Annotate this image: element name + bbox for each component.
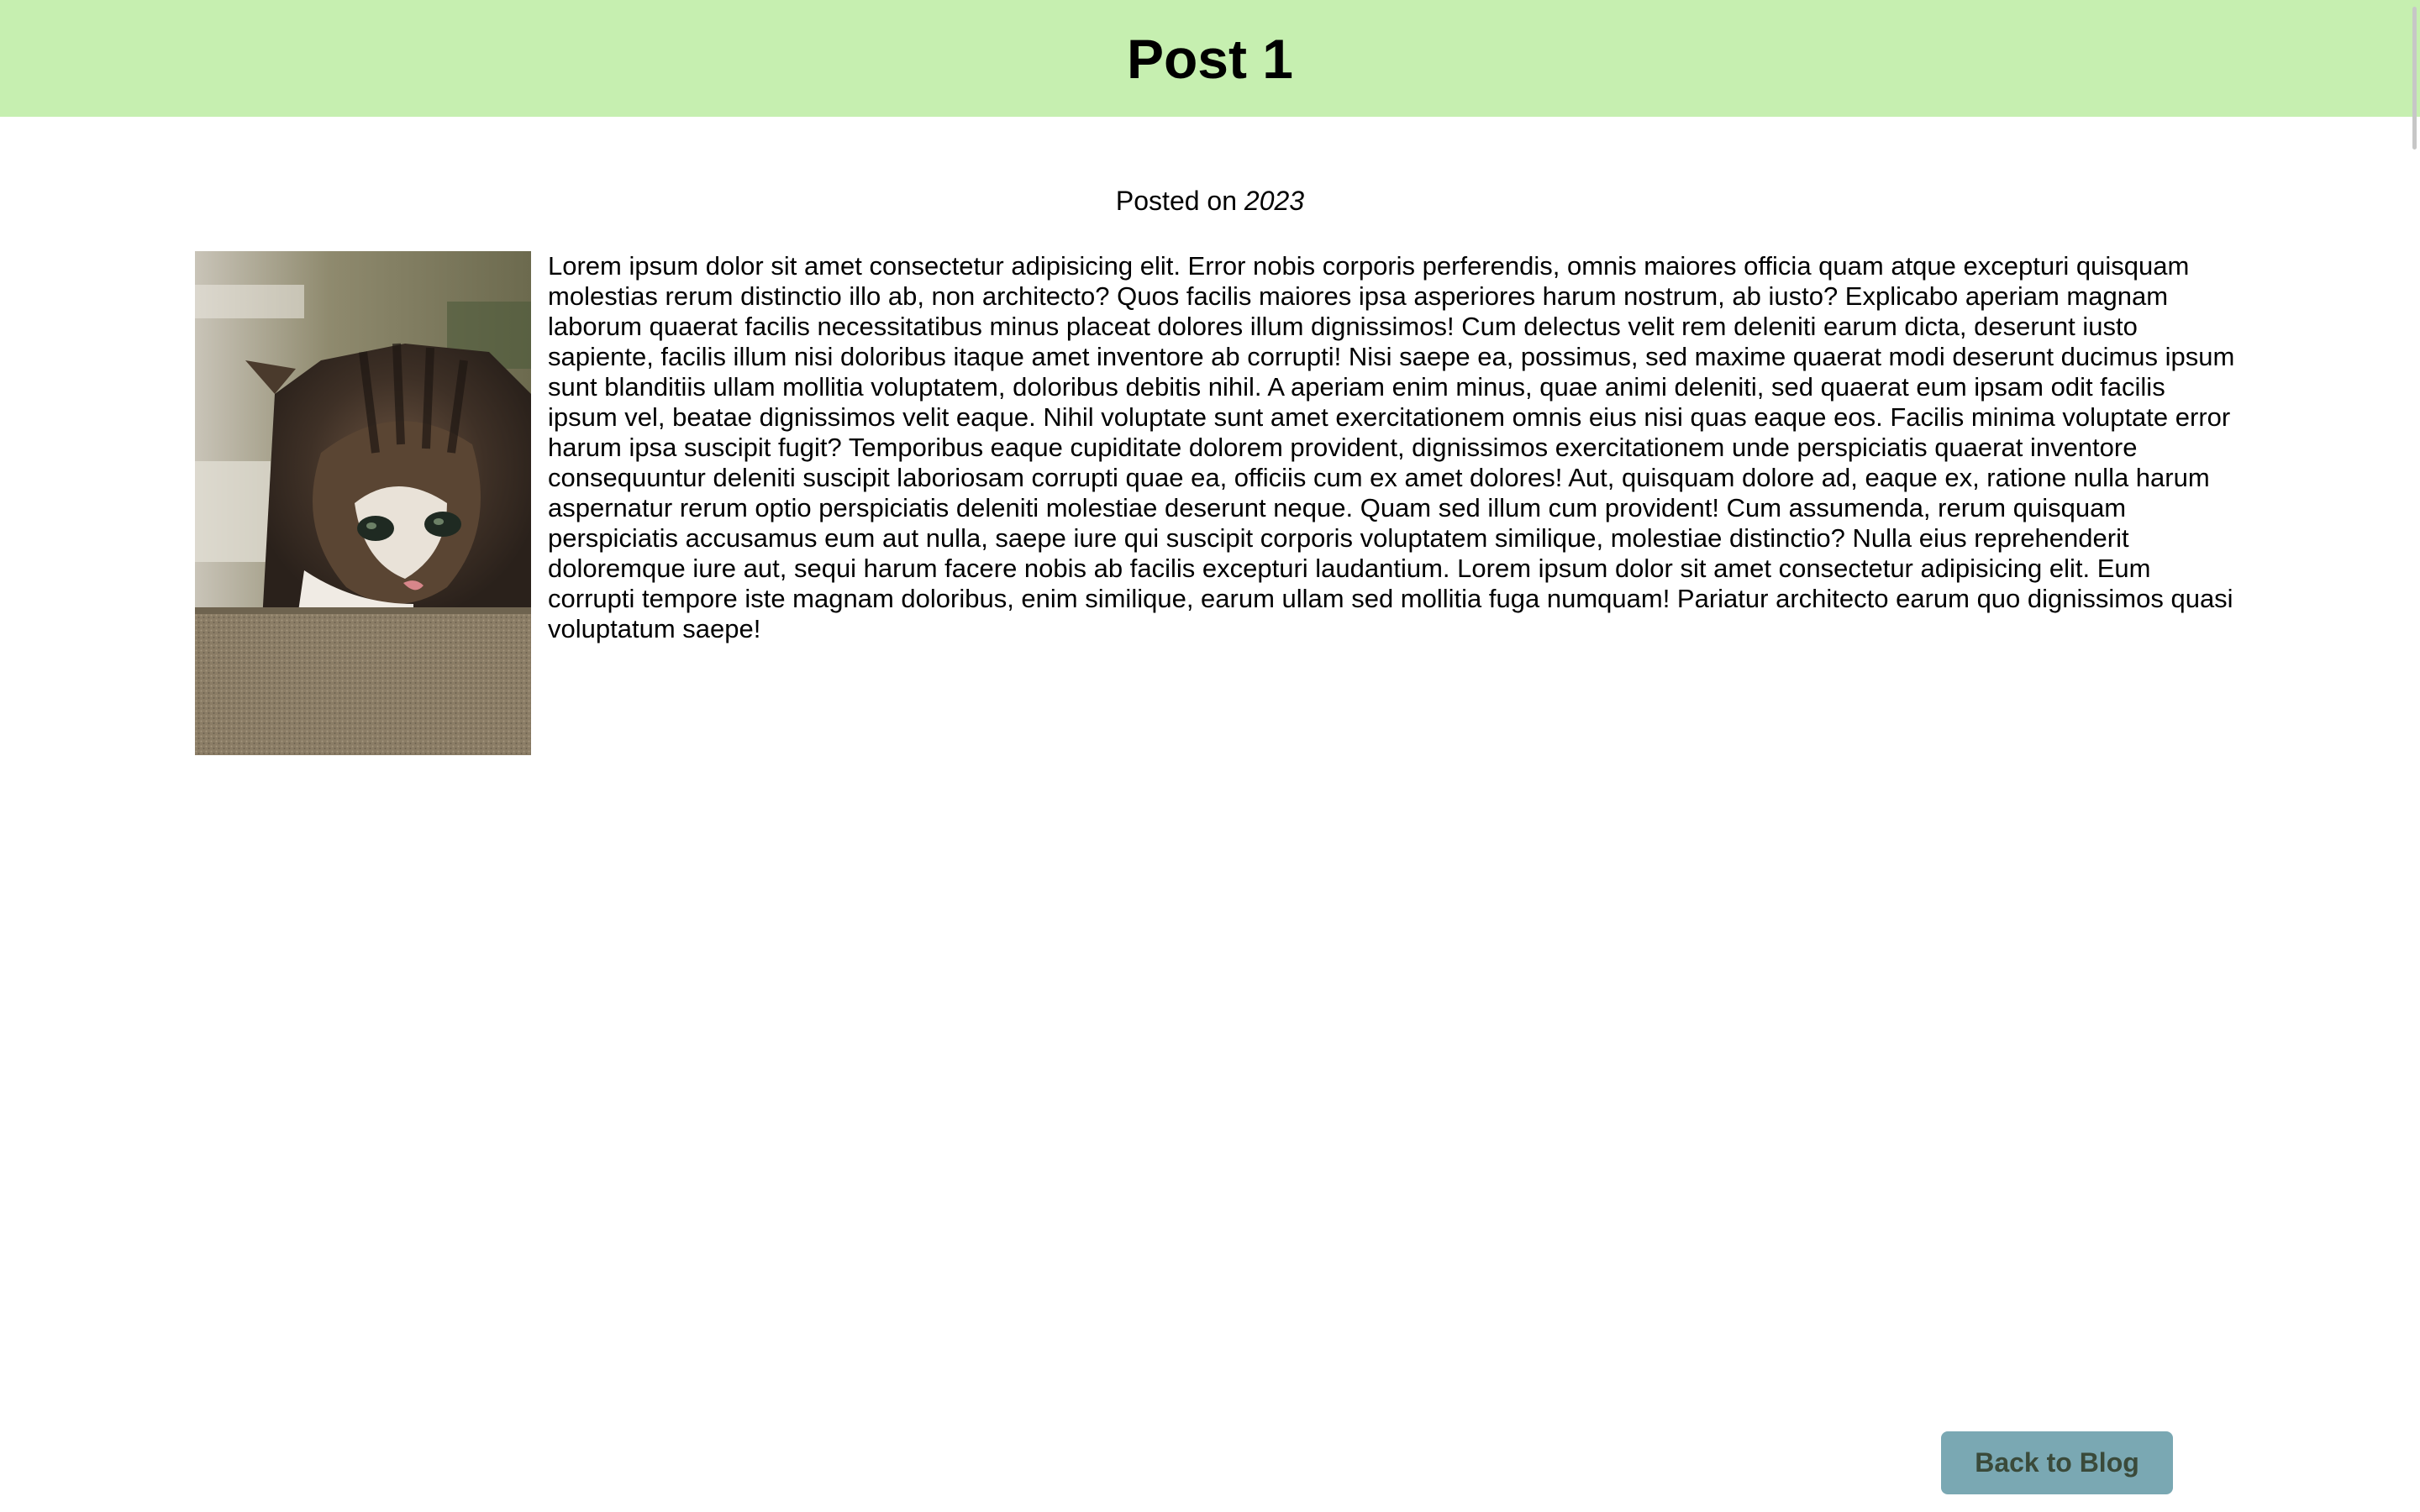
scrollbar-thumb[interactable] (2412, 7, 2417, 150)
back-to-blog-button[interactable]: Back to Blog (1941, 1431, 2173, 1494)
page-header: Post 1 (0, 0, 2420, 117)
page-title: Post 1 (1126, 27, 1294, 90)
post-year: 2023 (1244, 186, 1305, 216)
kitten-photo-svg (195, 251, 531, 755)
posted-label: Posted on (1115, 186, 1238, 216)
page: Post 1 Posted on 2023 Lorem ipsum dolor … (0, 0, 2420, 1512)
kitten-photo-icon (195, 251, 531, 755)
post-article: Lorem ipsum dolor sit amet consectetur a… (195, 251, 2238, 755)
post-date: Posted on 2023 (0, 185, 2420, 217)
